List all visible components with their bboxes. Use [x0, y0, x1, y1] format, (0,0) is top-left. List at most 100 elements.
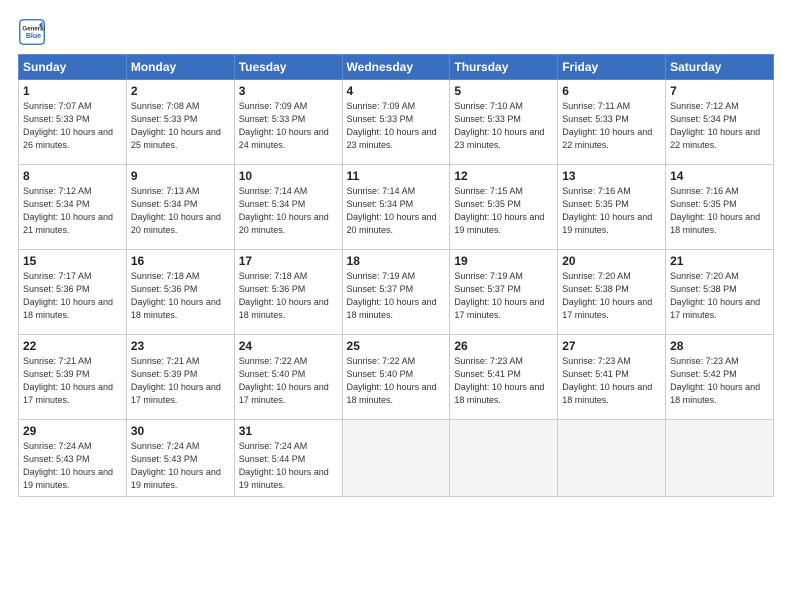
day-header-saturday: Saturday — [666, 55, 774, 80]
day-number: 7 — [670, 84, 769, 98]
day-number: 3 — [239, 84, 338, 98]
day-info: Sunrise: 7:14 AMSunset: 5:34 PMDaylight:… — [347, 185, 446, 237]
day-info: Sunrise: 7:21 AMSunset: 5:39 PMDaylight:… — [23, 355, 122, 407]
calendar-cell: 8Sunrise: 7:12 AMSunset: 5:34 PMDaylight… — [19, 165, 127, 250]
day-info: Sunrise: 7:21 AMSunset: 5:39 PMDaylight:… — [131, 355, 230, 407]
calendar-cell: 10Sunrise: 7:14 AMSunset: 5:34 PMDayligh… — [234, 165, 342, 250]
calendar-cell: 23 Sunrise: 7:21 AMSunset: 5:39 PMDayligh… — [126, 335, 234, 420]
svg-text:Blue: Blue — [26, 33, 41, 40]
calendar-cell: 13Sunrise: 7:16 AMSunset: 5:35 PMDayligh… — [558, 165, 666, 250]
day-number: 11 — [347, 169, 446, 183]
day-info: Sunrise: 7:11 AMSunset: 5:33 PMDaylight:… — [562, 100, 661, 152]
day-info: Sunrise: 7:18 AMSunset: 5:36 PMDaylight:… — [131, 270, 230, 322]
day-number: 5 — [454, 84, 553, 98]
day-info: Sunrise: 7:20 AMSunset: 5:38 PMDaylight:… — [670, 270, 769, 322]
calendar-cell — [666, 420, 774, 497]
calendar-week-4: 22 Sunrise: 7:21 AMSunset: 5:39 PMDayligh… — [19, 335, 774, 420]
day-number: 16 — [131, 254, 230, 268]
calendar-cell: 22 Sunrise: 7:21 AMSunset: 5:39 PMDayligh… — [19, 335, 127, 420]
day-number: 4 — [347, 84, 446, 98]
day-number: 28 — [670, 339, 769, 353]
day-number: 23 — [131, 339, 230, 353]
day-info: Sunrise: 7:09 AMSunset: 5:33 PMDaylight:… — [347, 100, 446, 152]
day-number: 30 — [131, 424, 230, 438]
calendar-cell: 4 Sunrise: 7:09 AMSunset: 5:33 PMDaylight… — [342, 80, 450, 165]
calendar-cell: 26 Sunrise: 7:23 AMSunset: 5:41 PMDayligh… — [450, 335, 558, 420]
day-info: Sunrise: 7:22 AMSunset: 5:40 PMDaylight:… — [239, 355, 338, 407]
day-info: Sunrise: 7:13 AMSunset: 5:34 PMDaylight:… — [131, 185, 230, 237]
calendar-cell: 12 Sunrise: 7:15 AMSunset: 5:35 PMDayligh… — [450, 165, 558, 250]
day-number: 29 — [23, 424, 122, 438]
day-info: Sunrise: 7:07 AMSunset: 5:33 PMDaylight:… — [23, 100, 122, 152]
day-info: Sunrise: 7:20 AMSunset: 5:38 PMDaylight:… — [562, 270, 661, 322]
day-info: Sunrise: 7:24 AMSunset: 5:44 PMDaylight:… — [239, 440, 338, 492]
day-number: 12 — [454, 169, 553, 183]
calendar-cell — [558, 420, 666, 497]
header: General Blue — [18, 18, 774, 46]
calendar-cell: 9 Sunrise: 7:13 AMSunset: 5:34 PMDaylight… — [126, 165, 234, 250]
calendar-cell: 29Sunrise: 7:24 AMSunset: 5:43 PMDayligh… — [19, 420, 127, 497]
day-info: Sunrise: 7:17 AMSunset: 5:36 PMDaylight:… — [23, 270, 122, 322]
calendar-cell: 31Sunrise: 7:24 AMSunset: 5:44 PMDayligh… — [234, 420, 342, 497]
calendar-cell: 1Sunrise: 7:07 AMSunset: 5:33 PMDaylight… — [19, 80, 127, 165]
calendar-cell: 27 Sunrise: 7:23 AMSunset: 5:41 PMDayligh… — [558, 335, 666, 420]
calendar-page: General Blue SundayMondayTuesdayWednesda… — [0, 0, 792, 612]
day-number: 25 — [347, 339, 446, 353]
day-info: Sunrise: 7:12 AMSunset: 5:34 PMDaylight:… — [23, 185, 122, 237]
day-number: 27 — [562, 339, 661, 353]
day-number: 18 — [347, 254, 446, 268]
day-number: 26 — [454, 339, 553, 353]
day-info: Sunrise: 7:23 AMSunset: 5:41 PMDaylight:… — [454, 355, 553, 407]
logo-icon: General Blue — [18, 18, 46, 46]
day-info: Sunrise: 7:10 AMSunset: 5:33 PMDaylight:… — [454, 100, 553, 152]
day-header-wednesday: Wednesday — [342, 55, 450, 80]
calendar-cell: 21 Sunrise: 7:20 AMSunset: 5:38 PMDayligh… — [666, 250, 774, 335]
day-info: Sunrise: 7:23 AMSunset: 5:41 PMDaylight:… — [562, 355, 661, 407]
calendar-cell: 20 Sunrise: 7:20 AMSunset: 5:38 PMDayligh… — [558, 250, 666, 335]
day-header-friday: Friday — [558, 55, 666, 80]
day-info: Sunrise: 7:09 AMSunset: 5:33 PMDaylight:… — [239, 100, 338, 152]
calendar-cell: 2Sunrise: 7:08 AMSunset: 5:33 PMDaylight… — [126, 80, 234, 165]
day-info: Sunrise: 7:15 AMSunset: 5:35 PMDaylight:… — [454, 185, 553, 237]
calendar-cell: 16 Sunrise: 7:18 AMSunset: 5:36 PMDayligh… — [126, 250, 234, 335]
calendar-cell: 25 Sunrise: 7:22 AMSunset: 5:40 PMDayligh… — [342, 335, 450, 420]
day-info: Sunrise: 7:23 AMSunset: 5:42 PMDaylight:… — [670, 355, 769, 407]
day-info: Sunrise: 7:19 AMSunset: 5:37 PMDaylight:… — [454, 270, 553, 322]
calendar-cell: 17 Sunrise: 7:18 AMSunset: 5:36 PMDayligh… — [234, 250, 342, 335]
day-header-sunday: Sunday — [19, 55, 127, 80]
calendar-cell — [342, 420, 450, 497]
day-info: Sunrise: 7:18 AMSunset: 5:36 PMDaylight:… — [239, 270, 338, 322]
logo: General Blue — [18, 18, 50, 46]
day-number: 21 — [670, 254, 769, 268]
calendar-table: SundayMondayTuesdayWednesdayThursdayFrid… — [18, 54, 774, 497]
day-header-monday: Monday — [126, 55, 234, 80]
day-number: 19 — [454, 254, 553, 268]
day-info: Sunrise: 7:16 AMSunset: 5:35 PMDaylight:… — [670, 185, 769, 237]
day-number: 22 — [23, 339, 122, 353]
day-number: 14 — [670, 169, 769, 183]
calendar-week-3: 15 Sunrise: 7:17 AMSunset: 5:36 PMDayligh… — [19, 250, 774, 335]
calendar-cell — [450, 420, 558, 497]
day-number: 6 — [562, 84, 661, 98]
day-number: 2 — [131, 84, 230, 98]
calendar-cell: 28 Sunrise: 7:23 AMSunset: 5:42 PMDayligh… — [666, 335, 774, 420]
day-info: Sunrise: 7:16 AMSunset: 5:35 PMDaylight:… — [562, 185, 661, 237]
day-info: Sunrise: 7:14 AMSunset: 5:34 PMDaylight:… — [239, 185, 338, 237]
day-number: 20 — [562, 254, 661, 268]
calendar-week-2: 8Sunrise: 7:12 AMSunset: 5:34 PMDaylight… — [19, 165, 774, 250]
day-header-tuesday: Tuesday — [234, 55, 342, 80]
day-info: Sunrise: 7:19 AMSunset: 5:37 PMDaylight:… — [347, 270, 446, 322]
day-header-thursday: Thursday — [450, 55, 558, 80]
calendar-cell: 11 Sunrise: 7:14 AMSunset: 5:34 PMDayligh… — [342, 165, 450, 250]
day-info: Sunrise: 7:22 AMSunset: 5:40 PMDaylight:… — [347, 355, 446, 407]
calendar-cell: 7Sunrise: 7:12 AMSunset: 5:34 PMDaylight… — [666, 80, 774, 165]
calendar-body: 1Sunrise: 7:07 AMSunset: 5:33 PMDaylight… — [19, 80, 774, 497]
day-number: 17 — [239, 254, 338, 268]
calendar-cell: 24 Sunrise: 7:22 AMSunset: 5:40 PMDayligh… — [234, 335, 342, 420]
day-number: 15 — [23, 254, 122, 268]
day-number: 24 — [239, 339, 338, 353]
calendar-cell: 30Sunrise: 7:24 AMSunset: 5:43 PMDayligh… — [126, 420, 234, 497]
calendar-week-1: 1Sunrise: 7:07 AMSunset: 5:33 PMDaylight… — [19, 80, 774, 165]
day-number: 9 — [131, 169, 230, 183]
calendar-cell: 19 Sunrise: 7:19 AMSunset: 5:37 PMDayligh… — [450, 250, 558, 335]
